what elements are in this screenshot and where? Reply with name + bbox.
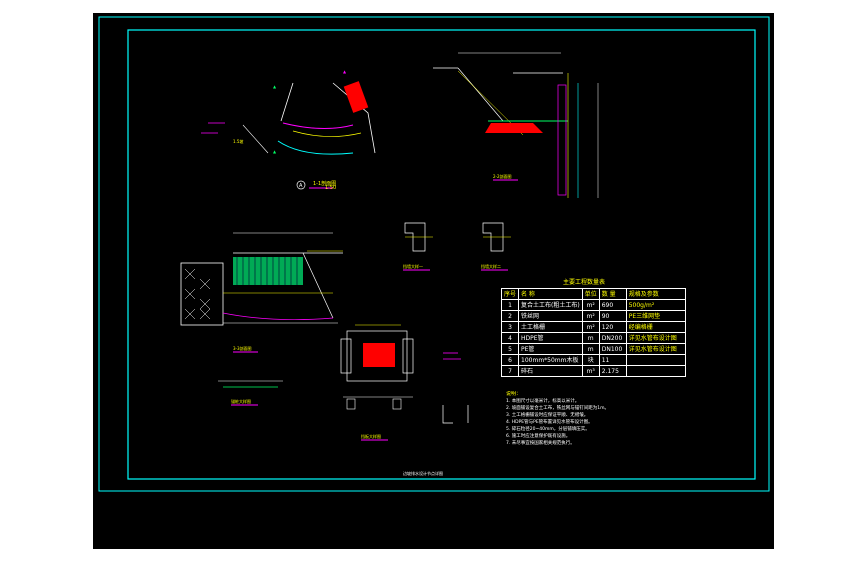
note-line: 5. 碎石粒径20~40mm，分层铺填压实。 <box>506 427 590 432</box>
quantity-table: 序号 名 称 单位 数 量 规格及参数 1 复合土工布(粗土工布) m² 690… <box>500 288 686 377</box>
cell-name: PE管 <box>518 343 583 355</box>
svg-text:▲: ▲ <box>273 84 277 89</box>
drawing-bottom-title: 边坡排水设计节点详图 <box>403 471 443 476</box>
annotation-leaders <box>201 122 461 360</box>
table-row: 3 土工格栅 m² 120 经编格栅 <box>500 321 686 333</box>
svg-text:A: A <box>299 183 303 189</box>
svg-text:▲: ▲ <box>343 69 347 74</box>
cell-qty: 120 <box>598 321 627 333</box>
svg-text:锚桩大样图: 锚桩大样图 <box>231 398 251 404</box>
cell-name: 碎石 <box>518 365 583 377</box>
table-header-row: 序号 名 称 单位 数 量 规格及参数 <box>500 288 686 300</box>
svg-text:▲: ▲ <box>273 149 277 154</box>
svg-text:挡板大样图: 挡板大样图 <box>361 433 381 439</box>
cell-qty: DN100 <box>598 343 627 355</box>
table-row: 5 PE管 m DN100 详见水管布设计图 <box>500 343 686 355</box>
cell-unit: 块 <box>581 354 600 366</box>
cell-name: HDPE管 <box>518 332 583 344</box>
cell-qty: DN200 <box>598 332 627 344</box>
svg-text:3-3剖面图: 3-3剖面图 <box>233 345 252 351</box>
note-line: 3. 土工格栅铺设时应保证平顺、无褶皱。 <box>506 413 589 418</box>
header-cell: 规格及参数 <box>625 288 686 300</box>
section-1-drawing: A 1-1剖面图 1.5坡 ▲ ▲ ▲ <box>233 69 376 190</box>
plan-detail: 挡板大样图 <box>340 324 469 441</box>
cell-name: 100mm*50mm木板 <box>518 354 583 366</box>
header-cell: 数 量 <box>598 288 627 300</box>
cell-unit: m² <box>581 299 600 311</box>
header-cell: 序号 <box>500 288 520 300</box>
cell-qty: 11 <box>598 354 627 366</box>
svg-text:挡墙大样二: 挡墙大样二 <box>481 263 501 269</box>
svg-text:1.5坡: 1.5坡 <box>233 138 243 144</box>
cell-unit: m² <box>581 321 600 333</box>
table-row: 1 复合土工布(粗土工布) m² 690 500g/m² <box>500 299 686 311</box>
note-line: 6. 施工时应注意保护既有设施。 <box>506 434 571 439</box>
svg-text:2-2剖面图: 2-2剖面图 <box>493 173 512 179</box>
note-line: 2. 坡面铺设复合土工布，铁丝网与锚钉间距为1m。 <box>506 406 609 411</box>
table-row: 7 碎石 m³ 2.175 <box>500 365 686 377</box>
section-2-drawing: 2-2剖面图 <box>433 52 599 198</box>
note-line: 7. 未尽事宜按国家相关规范执行。 <box>506 441 575 446</box>
svg-text:挡墙大样一: 挡墙大样一 <box>403 263 423 269</box>
wall-details: 挡墙大样一 挡墙大样二 <box>403 222 511 271</box>
cell-qty: 2.175 <box>598 365 627 377</box>
cell-id: 6 <box>500 354 520 366</box>
table-row: 6 100mm*50mm木板 块 11 <box>500 354 686 366</box>
cell-unit: m <box>581 332 600 344</box>
quantity-table-title: 主要工程数量表 <box>563 279 606 286</box>
notes-block: 说明： 1. 本图尺寸以毫米计，标高以米计。 2. 坡面铺设复合土工布，铁丝网与… <box>506 391 726 447</box>
cell-spec <box>625 354 686 366</box>
cell-id: 5 <box>500 343 520 355</box>
cell-spec: PE三维网垫 <box>625 310 686 322</box>
cell-qty: 90 <box>598 310 627 322</box>
note-line: 4. HDPE管与PE管布置详见水管布设计图。 <box>506 420 593 425</box>
table-row: 2 铁丝网 m² 90 PE三维网垫 <box>500 310 686 322</box>
cell-name: 土工格栅 <box>518 321 583 333</box>
cell-unit: m² <box>581 310 600 322</box>
cell-id: 4 <box>500 332 520 344</box>
cell-unit: m³ <box>581 365 600 377</box>
section-3-drawing: 3-3剖面图 锚桩大样图 <box>180 232 343 406</box>
cell-qty: 690 <box>598 299 627 311</box>
cell-id: 3 <box>500 321 520 333</box>
header-cell: 单位 <box>581 288 600 300</box>
cell-spec: 经编格栅 <box>625 321 686 333</box>
cell-id: 7 <box>500 365 520 377</box>
cell-id: 2 <box>500 310 520 322</box>
drawing-sheet: A 1-1剖面图 1.5坡 ▲ ▲ ▲ 2-2剖面图 3-3剖面图 锚桩大样图 … <box>98 16 770 492</box>
header-cell: 名 称 <box>518 288 583 300</box>
cell-spec: 详见水管布设计图 <box>625 343 686 355</box>
cell-spec <box>625 365 686 377</box>
scale-label: 1:50 <box>325 185 337 191</box>
table-row: 4 HDPE管 m DN200 详见水管布设计图 <box>500 332 686 344</box>
cell-unit: m <box>581 343 600 355</box>
cell-spec: 详见水管布设计图 <box>625 332 686 344</box>
cell-spec: 500g/m² <box>625 299 686 311</box>
notes-title: 说明： <box>506 391 522 397</box>
cell-name: 复合土工布(粗土工布) <box>518 299 583 311</box>
cad-viewport[interactable]: A 1-1剖面图 1.5坡 ▲ ▲ ▲ 2-2剖面图 3-3剖面图 锚桩大样图 … <box>93 13 774 549</box>
cell-name: 铁丝网 <box>518 310 583 322</box>
cell-id: 1 <box>500 299 520 311</box>
note-line: 1. 本图尺寸以毫米计，标高以米计。 <box>506 399 580 404</box>
